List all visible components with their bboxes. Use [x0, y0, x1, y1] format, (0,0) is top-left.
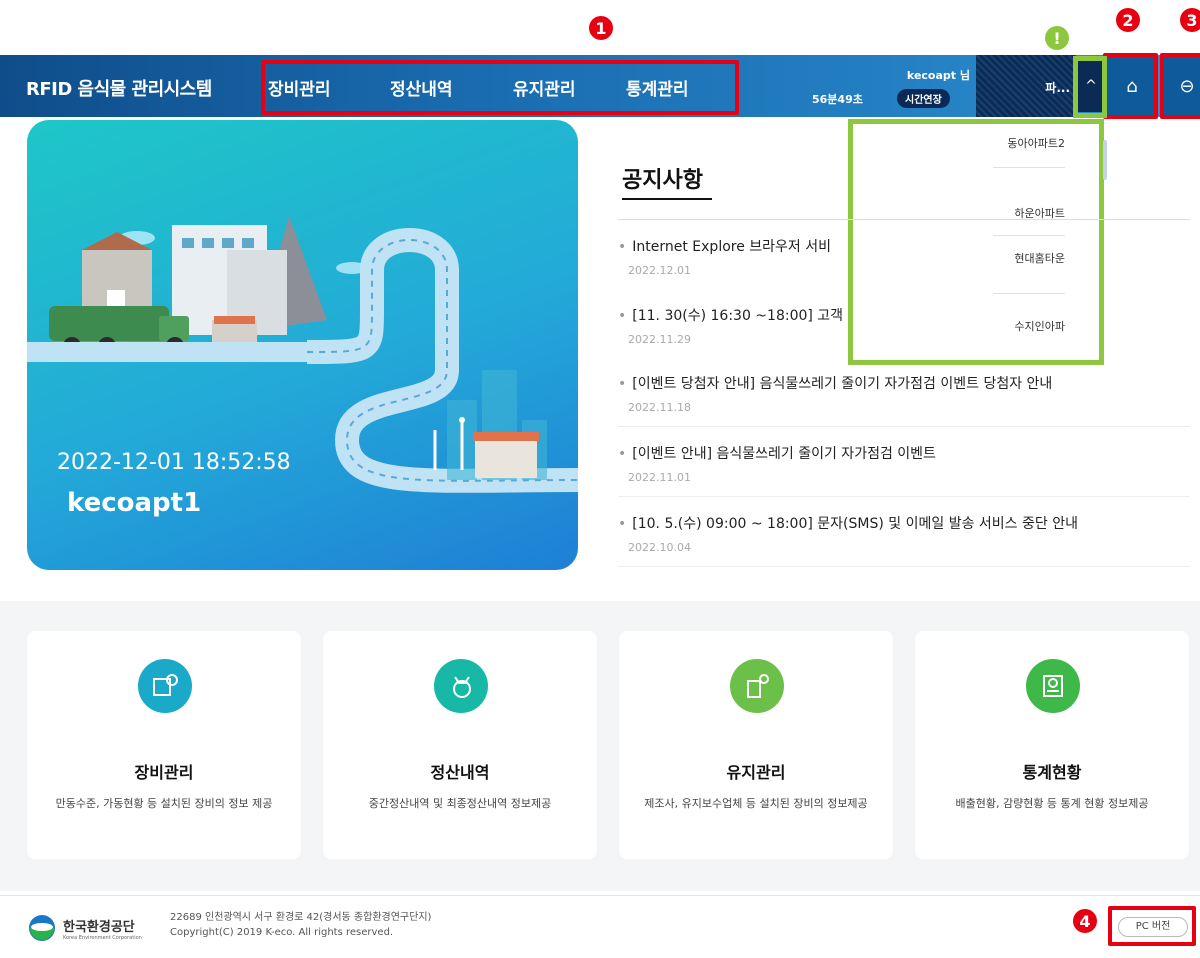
- annotation-marker-2: 2: [1116, 8, 1140, 32]
- org-name: 한국환경공단: [63, 919, 135, 935]
- notice-text: [이벤트 안내] 음식물쓰레기 줄이기 자가점검 이벤트: [618, 443, 1190, 463]
- keco-logo-icon: [29, 915, 55, 941]
- apartment-select[interactable]: 파...: [976, 55, 1076, 117]
- notice-text: Internet Explore 브라우저 서비: [618, 236, 848, 256]
- card-maintenance[interactable]: 유지관리 제조사, 유지보수업체 등 설치된 장비의 정보제공: [619, 631, 893, 859]
- user-name: kecoapt 님: [906, 69, 970, 82]
- apartment-select-value: 파...: [1045, 81, 1070, 95]
- card-description: 중간정산내역 및 최종정산내역 정보제공: [368, 797, 552, 810]
- card-statistics[interactable]: 통계현황 배출현황, 감량현황 등 통계 현황 정보제공: [915, 631, 1189, 859]
- notice-item[interactable]: [11. 30(수) 16:30 ~18:00] 고객 2022.11.29: [618, 305, 848, 346]
- card-equipment[interactable]: 장비관리 만동수준, 가동현황 등 설치된 장비의 정보 제공: [27, 631, 301, 859]
- annotation-box-nav: [261, 60, 739, 115]
- footer-copyright: Copyright(C) 2019 K-eco. All rights rese…: [170, 927, 394, 938]
- annotation-box-pc: [1108, 906, 1196, 946]
- notice-title-underline: [622, 198, 712, 200]
- notice-text: [이벤트 당첨자 안내] 음식물쓰레기 줄이기 자가점검 이벤트 당첨자 안내: [618, 373, 1190, 393]
- hero-datetime: 2022-12-01 18:52:58: [57, 450, 291, 475]
- card-description: 제조사, 유지보수업체 등 설치된 장비의 정보제공: [644, 797, 868, 810]
- notice-item[interactable]: [10. 5.(수) 09:00 ~ 18:00] 문자(SMS) 및 이메일 …: [618, 513, 1190, 567]
- footer-address: 22689 인천광역시 서구 환경로 42(경서동 종합환경연구단지): [170, 912, 432, 923]
- building-pin-icon: [730, 659, 784, 713]
- notice-title[interactable]: 공지사항: [622, 162, 703, 194]
- card-title: 유지관리: [726, 763, 786, 782]
- notice-item[interactable]: Internet Explore 브라우저 서비 2022.12.01: [618, 236, 848, 277]
- card-description: 배출현황, 감량현황 등 통계 현황 정보제공: [955, 797, 1149, 810]
- notice-date: 2022.11.29: [628, 333, 691, 346]
- session-timer: 56분49초: [812, 93, 863, 106]
- card-title: 정산내역: [430, 763, 490, 782]
- annotation-marker-alert: !: [1045, 26, 1069, 50]
- annotation-box-logout: [1160, 53, 1200, 119]
- annotation-marker-1: 1: [589, 16, 613, 40]
- annotation-box-toggle: [1073, 56, 1107, 118]
- annotation-box-dropdown: [848, 119, 1104, 365]
- notice-date: 2022.12.01: [628, 264, 691, 277]
- card-settlement[interactable]: 정산내역 중간정산내역 및 최종정산내역 정보제공: [323, 631, 597, 859]
- card-description: 만동수준, 가동현황 등 설치된 장비의 정보 제공: [55, 797, 273, 810]
- equipment-icon: [138, 659, 192, 713]
- statistics-chart-icon: [1026, 659, 1080, 713]
- notice-text: [11. 30(수) 16:30 ~18:00] 고객: [618, 305, 848, 325]
- money-bag-icon: [434, 659, 488, 713]
- hero-username: kecoapt1: [67, 488, 202, 518]
- footer-address-block: 22689 인천광역시 서구 환경로 42(경서동 종합환경연구단지) Copy…: [170, 910, 431, 940]
- brand-title[interactable]: RFID 음식물 관리시스템: [26, 75, 212, 101]
- divider: [618, 566, 1190, 567]
- dropdown-scrollbar[interactable]: [1103, 140, 1107, 180]
- keco-logo: 한국환경공단 Korea Environment Corporation: [27, 913, 142, 943]
- card-title: 통계현황: [1022, 763, 1082, 782]
- card-title: 장비관리: [134, 763, 194, 782]
- notice-date: 2022.11.01: [628, 471, 691, 484]
- divider: [618, 496, 1190, 497]
- annotation-marker-3: 3: [1180, 8, 1200, 32]
- annotation-box-home: [1103, 53, 1158, 119]
- notice-date: 2022.11.18: [628, 401, 691, 414]
- divider: [618, 426, 1190, 427]
- extend-session-button[interactable]: 시간연장: [897, 89, 950, 108]
- notice-date: 2022.10.04: [628, 541, 691, 554]
- notice-item[interactable]: [이벤트 안내] 음식물쓰레기 줄이기 자가점검 이벤트 2022.11.01: [618, 443, 1190, 497]
- divider: [618, 219, 1190, 220]
- annotation-marker-4: 4: [1073, 909, 1097, 933]
- notice-item[interactable]: [이벤트 당첨자 안내] 음식물쓰레기 줄이기 자가점검 이벤트 당첨자 안내 …: [618, 373, 1190, 427]
- org-name-english: Korea Environment Corporation: [63, 934, 142, 941]
- hero-banner: 2022-12-01 18:52:58 kecoapt1: [27, 120, 578, 570]
- notice-text: [10. 5.(수) 09:00 ~ 18:00] 문자(SMS) 및 이메일 …: [618, 513, 1190, 533]
- divider: [0, 895, 1200, 896]
